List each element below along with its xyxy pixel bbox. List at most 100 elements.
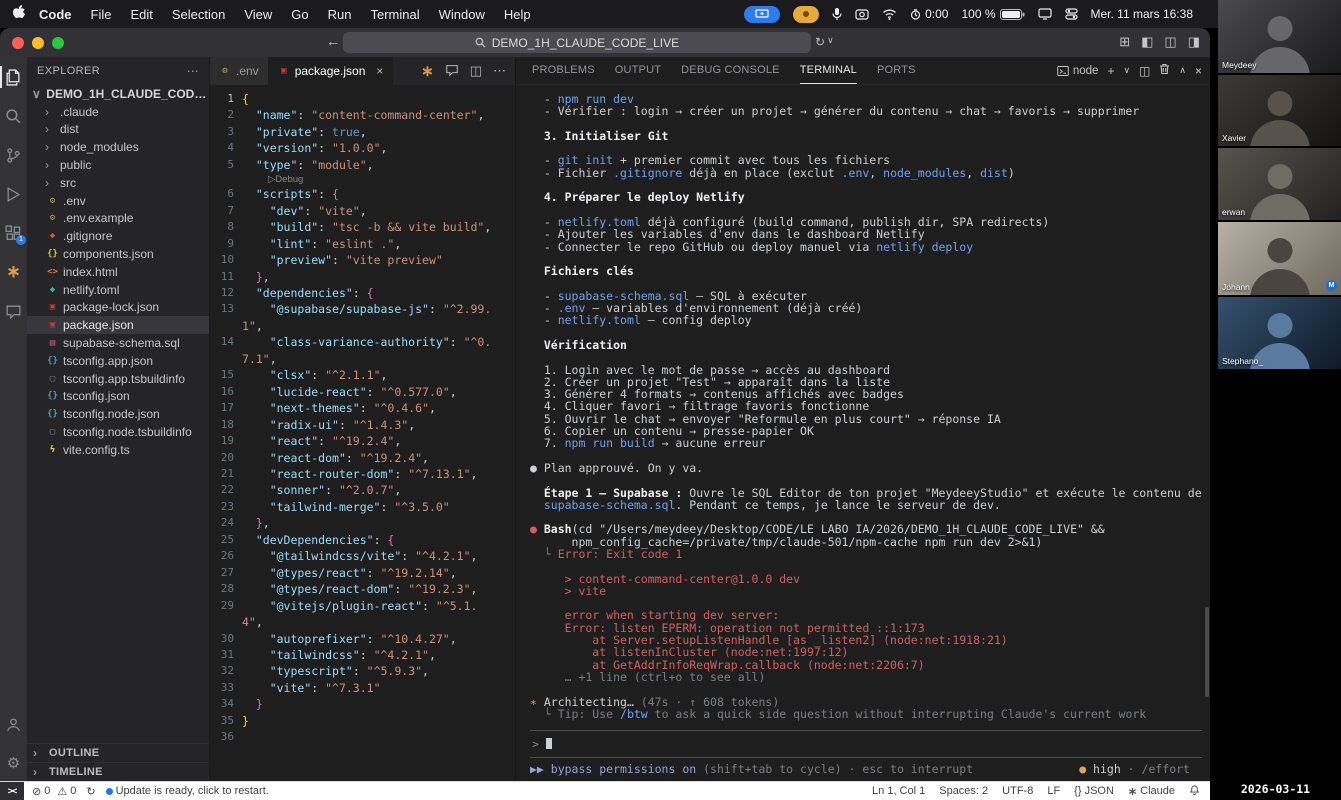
folder-item-src[interactable]: ›src xyxy=(27,174,209,192)
outline-section[interactable]: › OUTLINE xyxy=(27,743,209,762)
chat-icon[interactable] xyxy=(0,299,27,323)
menu-item-run[interactable]: Run xyxy=(328,7,352,22)
close-tab-icon[interactable]: × xyxy=(376,64,383,78)
battery-indicator[interactable]: 100 % xyxy=(961,7,1024,21)
panel-tab-terminal[interactable]: TERMINAL xyxy=(800,57,857,84)
explorer-icon[interactable] xyxy=(0,65,27,89)
split-terminal-icon[interactable]: ◫ xyxy=(1139,64,1150,78)
folder-item-.claude[interactable]: ›.claude xyxy=(27,103,209,121)
close-panel-icon[interactable]: × xyxy=(1195,64,1202,78)
account-icon[interactable] xyxy=(0,712,27,736)
folder-item-node_modules[interactable]: ›node_modules xyxy=(27,138,209,156)
file-item-netlify.toml[interactable]: ◆netlify.toml xyxy=(27,281,209,299)
panel-tab-ports[interactable]: PORTS xyxy=(877,57,916,84)
file-item-tsconfig.node.json[interactable]: {}tsconfig.node.json xyxy=(27,405,209,423)
timeline-section[interactable]: › TIMELINE xyxy=(27,762,209,781)
menu-item-edit[interactable]: Edit xyxy=(130,7,152,22)
workspace-root[interactable]: ∨ DEMO_1H_CLAUDE_CODE_... xyxy=(27,85,209,103)
file-item-tsconfig.app.tsbuildinfo[interactable]: ▢tsconfig.app.tsbuildinfo xyxy=(27,370,209,388)
menu-item-selection[interactable]: Selection xyxy=(172,7,225,22)
terminal-output[interactable]: - npm run dev - Vérifier : login → créer… xyxy=(516,85,1210,781)
folder-item-dist[interactable]: ›dist xyxy=(27,121,209,139)
maximize-panel-icon[interactable]: ∧ xyxy=(1179,65,1186,76)
status-item-utf-8[interactable]: UTF-8 xyxy=(1002,785,1033,798)
problems-indicator[interactable]: ⊘0 ⚠0 xyxy=(32,785,76,798)
codelens-debug[interactable]: ▷Debug xyxy=(216,173,515,186)
menu-item-window[interactable]: Window xyxy=(439,7,485,22)
claude-extension-icon[interactable]: ∗ xyxy=(0,260,27,284)
panel-tab-problems[interactable]: PROBLEMS xyxy=(532,57,595,84)
claude-input-box[interactable]: > xyxy=(530,730,1202,758)
file-item-tsconfig.app.json[interactable]: {}tsconfig.app.json xyxy=(27,352,209,370)
terminal-profile-select[interactable]: node xyxy=(1057,65,1099,77)
menu-item-go[interactable]: Go xyxy=(291,7,308,22)
toggle-secondary-sidebar-icon[interactable]: ◨ xyxy=(1188,34,1200,50)
file-item-.env.example[interactable]: ⚙.env.example xyxy=(27,210,209,228)
file-item-components.json[interactable]: {}components.json xyxy=(27,245,209,263)
new-terminal-icon[interactable]: + xyxy=(1107,64,1114,78)
file-item-vite.config.ts[interactable]: ϟvite.config.ts xyxy=(27,441,209,459)
tab-.env[interactable]: ⚙.env xyxy=(210,57,269,85)
extensions-icon[interactable]: 1 xyxy=(0,221,27,245)
toggle-panel-icon[interactable]: ◫ xyxy=(1164,34,1176,50)
tab-package.json[interactable]: ▣package.json× xyxy=(269,57,394,85)
menu-item-view[interactable]: View xyxy=(244,7,272,22)
display-icon[interactable] xyxy=(1038,8,1052,20)
file-item-package-lock.json[interactable]: ▣package-lock.json xyxy=(27,299,209,317)
status-item-lf[interactable]: LF xyxy=(1047,785,1060,798)
menu-item-file[interactable]: File xyxy=(91,7,112,22)
status-item-spaces-2[interactable]: Spaces: 2 xyxy=(939,785,988,798)
panel-tab-output[interactable]: OUTPUT xyxy=(615,57,661,84)
line-number: 5 xyxy=(216,157,242,173)
toggle-sidebar-icon[interactable]: ◧ xyxy=(1141,34,1153,50)
claude-spark-icon[interactable]: ∗ xyxy=(421,62,434,80)
panel-tab-debug-console[interactable]: DEBUG CONSOLE xyxy=(681,57,780,84)
menu-item-code[interactable]: Code xyxy=(39,7,72,22)
status-item-ln-1-col-1[interactable]: Ln 1, Col 1 xyxy=(872,785,925,798)
notifications-bell-icon[interactable] xyxy=(1189,784,1200,799)
settings-gear-icon[interactable]: ⚙ xyxy=(0,751,27,775)
customize-layout-icon[interactable]: ⊞ xyxy=(1119,34,1130,50)
kill-terminal-icon[interactable] xyxy=(1159,63,1170,78)
explorer-more-actions-icon[interactable]: ⋯ xyxy=(187,64,199,78)
folder-item-public[interactable]: ›public xyxy=(27,156,209,174)
minimize-window-button[interactable] xyxy=(32,37,44,49)
split-editor-icon[interactable]: ◫ xyxy=(470,63,482,79)
search-icon[interactable] xyxy=(0,104,27,128)
menu-item-help[interactable]: Help xyxy=(504,7,531,22)
chevron-down-icon[interactable]: ∨ xyxy=(1123,65,1130,76)
close-window-button[interactable] xyxy=(12,37,24,49)
file-item-tsconfig.json[interactable]: {}tsconfig.json xyxy=(27,388,209,406)
navigate-back-button[interactable]: ← xyxy=(326,33,340,49)
status-item--json[interactable]: {} JSON xyxy=(1074,785,1114,798)
terminal-scrollbar[interactable] xyxy=(1205,607,1209,697)
command-center-search[interactable]: DEMO_1H_CLAUDE_CODE_LIVE xyxy=(343,32,811,53)
chat-bubble-icon[interactable] xyxy=(445,63,459,80)
file-item-index.html[interactable]: <>index.html xyxy=(27,263,209,281)
wifi-icon[interactable] xyxy=(882,9,897,20)
menu-item-terminal[interactable]: Terminal xyxy=(371,7,420,22)
menubar-clock[interactable]: Mer. 11 mars 16:38 xyxy=(1091,7,1194,21)
source-control-icon[interactable] xyxy=(0,143,27,167)
update-notification[interactable]: Update is ready, click to restart. xyxy=(106,785,269,797)
apple-logo-icon[interactable] xyxy=(12,5,25,23)
remote-indicator[interactable]: >< xyxy=(0,782,24,800)
editor-more-actions-icon[interactable]: ⋯ xyxy=(493,63,506,79)
file-item-.gitignore[interactable]: ◆.gitignore xyxy=(27,227,209,245)
screenshot-icon[interactable] xyxy=(855,8,869,20)
file-item-tsconfig.node.tsbuildinfo[interactable]: ▢tsconfig.node.tsbuildinfo xyxy=(27,423,209,441)
status-item-claude[interactable]: ∗Claude xyxy=(1128,785,1175,798)
recording-widget[interactable] xyxy=(793,6,819,23)
file-item-package.json[interactable]: ▣package.json xyxy=(27,316,209,334)
control-center-icon[interactable] xyxy=(1065,8,1078,20)
sync-icon[interactable]: ↻ xyxy=(86,785,95,798)
recording-timer[interactable]: 0:00 xyxy=(910,7,948,21)
run-debug-icon[interactable] xyxy=(0,182,27,206)
microphone-icon[interactable] xyxy=(832,7,842,21)
code-editor[interactable]: 1{2 "name": "content-command-center",3 "… xyxy=(210,85,515,781)
refresh-button[interactable]: ↻∨ xyxy=(815,35,834,49)
file-item-.env[interactable]: ⚙.env xyxy=(27,192,209,210)
file-item-supabase-schema.sql[interactable]: ▤supabase-schema.sql xyxy=(27,334,209,352)
zoom-window-button[interactable] xyxy=(52,37,64,49)
screen-share-indicator[interactable] xyxy=(744,6,780,23)
